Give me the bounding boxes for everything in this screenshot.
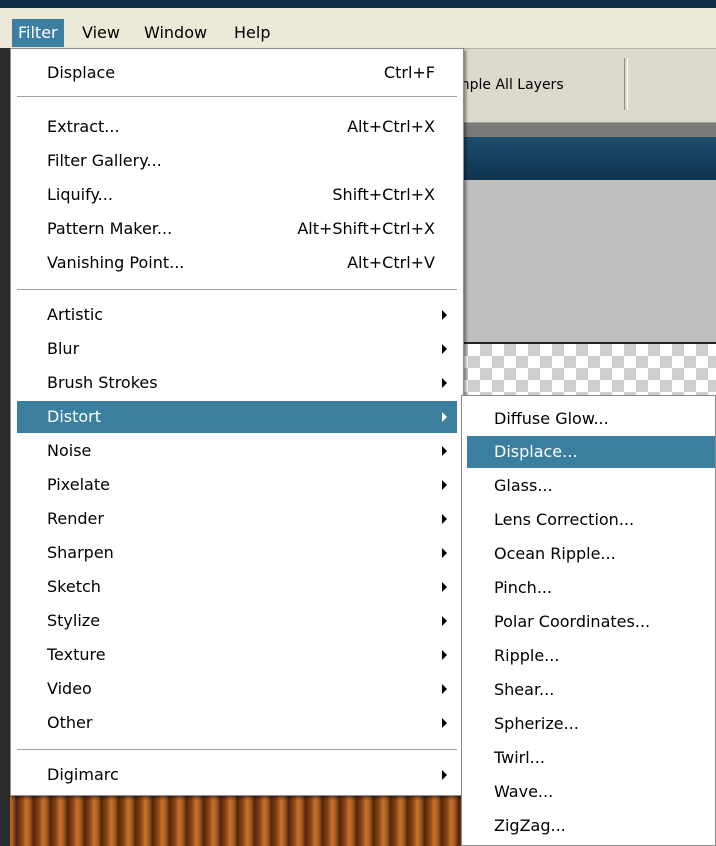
submenu-arrow-icon: [442, 684, 447, 694]
menu-item-distort[interactable]: Distort: [17, 401, 457, 433]
menu-item-label: Texture: [47, 645, 106, 664]
menu-item-label: Extract...: [47, 117, 120, 136]
filter-menu: Displace Ctrl+F Extract... Alt+Ctrl+X Fi…: [10, 48, 464, 796]
menu-item-render[interactable]: Render: [17, 503, 457, 535]
menu-item-label: Ripple...: [494, 646, 560, 665]
submenu-item-pinch[interactable]: Pinch...: [467, 572, 715, 604]
submenu-item-spherize[interactable]: Spherize...: [467, 708, 715, 740]
menu-item-digimarc[interactable]: Digimarc: [17, 759, 457, 791]
menu-item-shortcut: Alt+Shift+Ctrl+X: [297, 219, 435, 238]
left-panel-edge: [0, 48, 10, 846]
menu-item-noise[interactable]: Noise: [17, 435, 457, 467]
menu-item-label: Video: [47, 679, 92, 698]
submenu-arrow-icon: [442, 718, 447, 728]
menu-item-label: Brush Strokes: [47, 373, 158, 392]
menu-item-label: Wave...: [494, 782, 554, 801]
menu-item-artistic[interactable]: Artistic: [17, 299, 457, 331]
menu-item-label: ZigZag...: [494, 816, 566, 835]
menu-item-label: Digimarc: [47, 765, 119, 784]
submenu-arrow-icon: [442, 446, 447, 456]
menu-item-label: Pattern Maker...: [47, 219, 173, 238]
submenu-arrow-icon: [442, 616, 447, 626]
menu-separator: [17, 289, 457, 291]
menu-item-label: Twirl...: [494, 748, 545, 767]
menu-item-sharpen[interactable]: Sharpen: [17, 537, 457, 569]
menu-item-extract[interactable]: Extract... Alt+Ctrl+X: [17, 111, 457, 143]
menu-bar: Filter View Window Help: [0, 8, 716, 49]
menu-item-label: Spherize...: [494, 714, 579, 733]
menu-item-pattern-maker[interactable]: Pattern Maker... Alt+Shift+Ctrl+X: [17, 213, 457, 245]
submenu-arrow-icon: [442, 344, 447, 354]
menu-item-other[interactable]: Other: [17, 707, 457, 739]
menu-item-label: Noise: [47, 441, 92, 460]
submenu-item-lens-correction[interactable]: Lens Correction...: [467, 504, 715, 536]
menu-item-label: Render: [47, 509, 104, 528]
menu-window[interactable]: Window: [138, 19, 213, 47]
menu-item-shortcut: Ctrl+F: [383, 63, 435, 82]
menu-view[interactable]: View: [76, 19, 126, 47]
submenu-item-wave[interactable]: Wave...: [467, 776, 715, 808]
submenu-item-polar-coordinates[interactable]: Polar Coordinates...: [467, 606, 715, 638]
submenu-arrow-icon: [442, 650, 447, 660]
menu-item-filter-gallery[interactable]: Filter Gallery...: [17, 145, 457, 177]
menu-item-label: Stylize: [47, 611, 101, 630]
menu-item-blur[interactable]: Blur: [17, 333, 457, 365]
menu-item-label: Displace...: [494, 442, 578, 461]
submenu-arrow-icon: [442, 582, 447, 592]
menu-item-video[interactable]: Video: [17, 673, 457, 705]
menu-help[interactable]: Help: [228, 19, 276, 47]
menu-item-label: Distort: [47, 407, 102, 426]
submenu-item-ripple[interactable]: Ripple...: [467, 640, 715, 672]
submenu-item-glass[interactable]: Glass...: [467, 470, 715, 502]
menu-item-shortcut: Shift+Ctrl+X: [332, 185, 435, 204]
app-title-strip: [0, 0, 716, 8]
menu-item-pixelate[interactable]: Pixelate: [17, 469, 457, 501]
submenu-arrow-icon: [442, 412, 447, 422]
menu-item-stylize[interactable]: Stylize: [17, 605, 457, 637]
menu-item-label: Lens Correction...: [494, 510, 635, 529]
submenu-item-ocean-ripple[interactable]: Ocean Ripple...: [467, 538, 715, 570]
menu-filter[interactable]: Filter: [12, 19, 64, 47]
options-separator: [624, 58, 628, 110]
menu-item-label: Glass...: [494, 476, 553, 495]
menu-separator: [17, 749, 457, 751]
submenu-arrow-icon: [442, 548, 447, 558]
menu-item-label: Ocean Ripple...: [494, 544, 616, 563]
menu-item-label: Liquify...: [47, 185, 113, 204]
menu-item-label: Sketch: [47, 577, 101, 596]
menu-item-sketch[interactable]: Sketch: [17, 571, 457, 603]
submenu-item-displace[interactable]: Displace...: [467, 436, 715, 468]
menu-item-label: Shear...: [494, 680, 555, 699]
menu-item-shortcut: Alt+Ctrl+X: [347, 117, 435, 136]
distort-submenu: Diffuse Glow... Displace... Glass... Len…: [461, 395, 716, 846]
menu-item-label: Pinch...: [494, 578, 553, 597]
menu-item-label: Other: [47, 713, 93, 732]
menu-item-vanishing-point[interactable]: Vanishing Point... Alt+Ctrl+V: [17, 247, 457, 279]
menu-item-label: Blur: [47, 339, 80, 358]
menu-item-label: Filter Gallery...: [47, 151, 162, 170]
submenu-arrow-icon: [442, 514, 447, 524]
menu-item-brush-strokes[interactable]: Brush Strokes: [17, 367, 457, 399]
menu-item-label: Displace: [47, 63, 116, 82]
submenu-item-shear[interactable]: Shear...: [467, 674, 715, 706]
menu-item-last-filter[interactable]: Displace Ctrl+F: [17, 57, 457, 89]
menu-item-label: Pixelate: [47, 475, 110, 494]
menu-item-label: Vanishing Point...: [47, 253, 185, 272]
submenu-arrow-icon: [442, 378, 447, 388]
sample-all-layers-label[interactable]: mple All Layers: [456, 77, 564, 93]
menu-item-liquify[interactable]: Liquify... Shift+Ctrl+X: [17, 179, 457, 211]
submenu-arrow-icon: [442, 770, 447, 780]
menu-separator: [17, 96, 457, 98]
menu-item-label: Polar Coordinates...: [494, 612, 651, 631]
menu-item-label: Sharpen: [47, 543, 114, 562]
submenu-arrow-icon: [442, 480, 447, 490]
submenu-item-diffuse-glow[interactable]: Diffuse Glow...: [467, 403, 715, 435]
submenu-item-twirl[interactable]: Twirl...: [467, 742, 715, 774]
menu-item-shortcut: Alt+Ctrl+V: [347, 253, 435, 272]
submenu-item-zigzag[interactable]: ZigZag...: [467, 810, 715, 842]
submenu-arrow-icon: [442, 310, 447, 320]
menu-item-texture[interactable]: Texture: [17, 639, 457, 671]
menu-item-label: Artistic: [47, 305, 104, 324]
menu-item-label: Diffuse Glow...: [494, 409, 609, 428]
